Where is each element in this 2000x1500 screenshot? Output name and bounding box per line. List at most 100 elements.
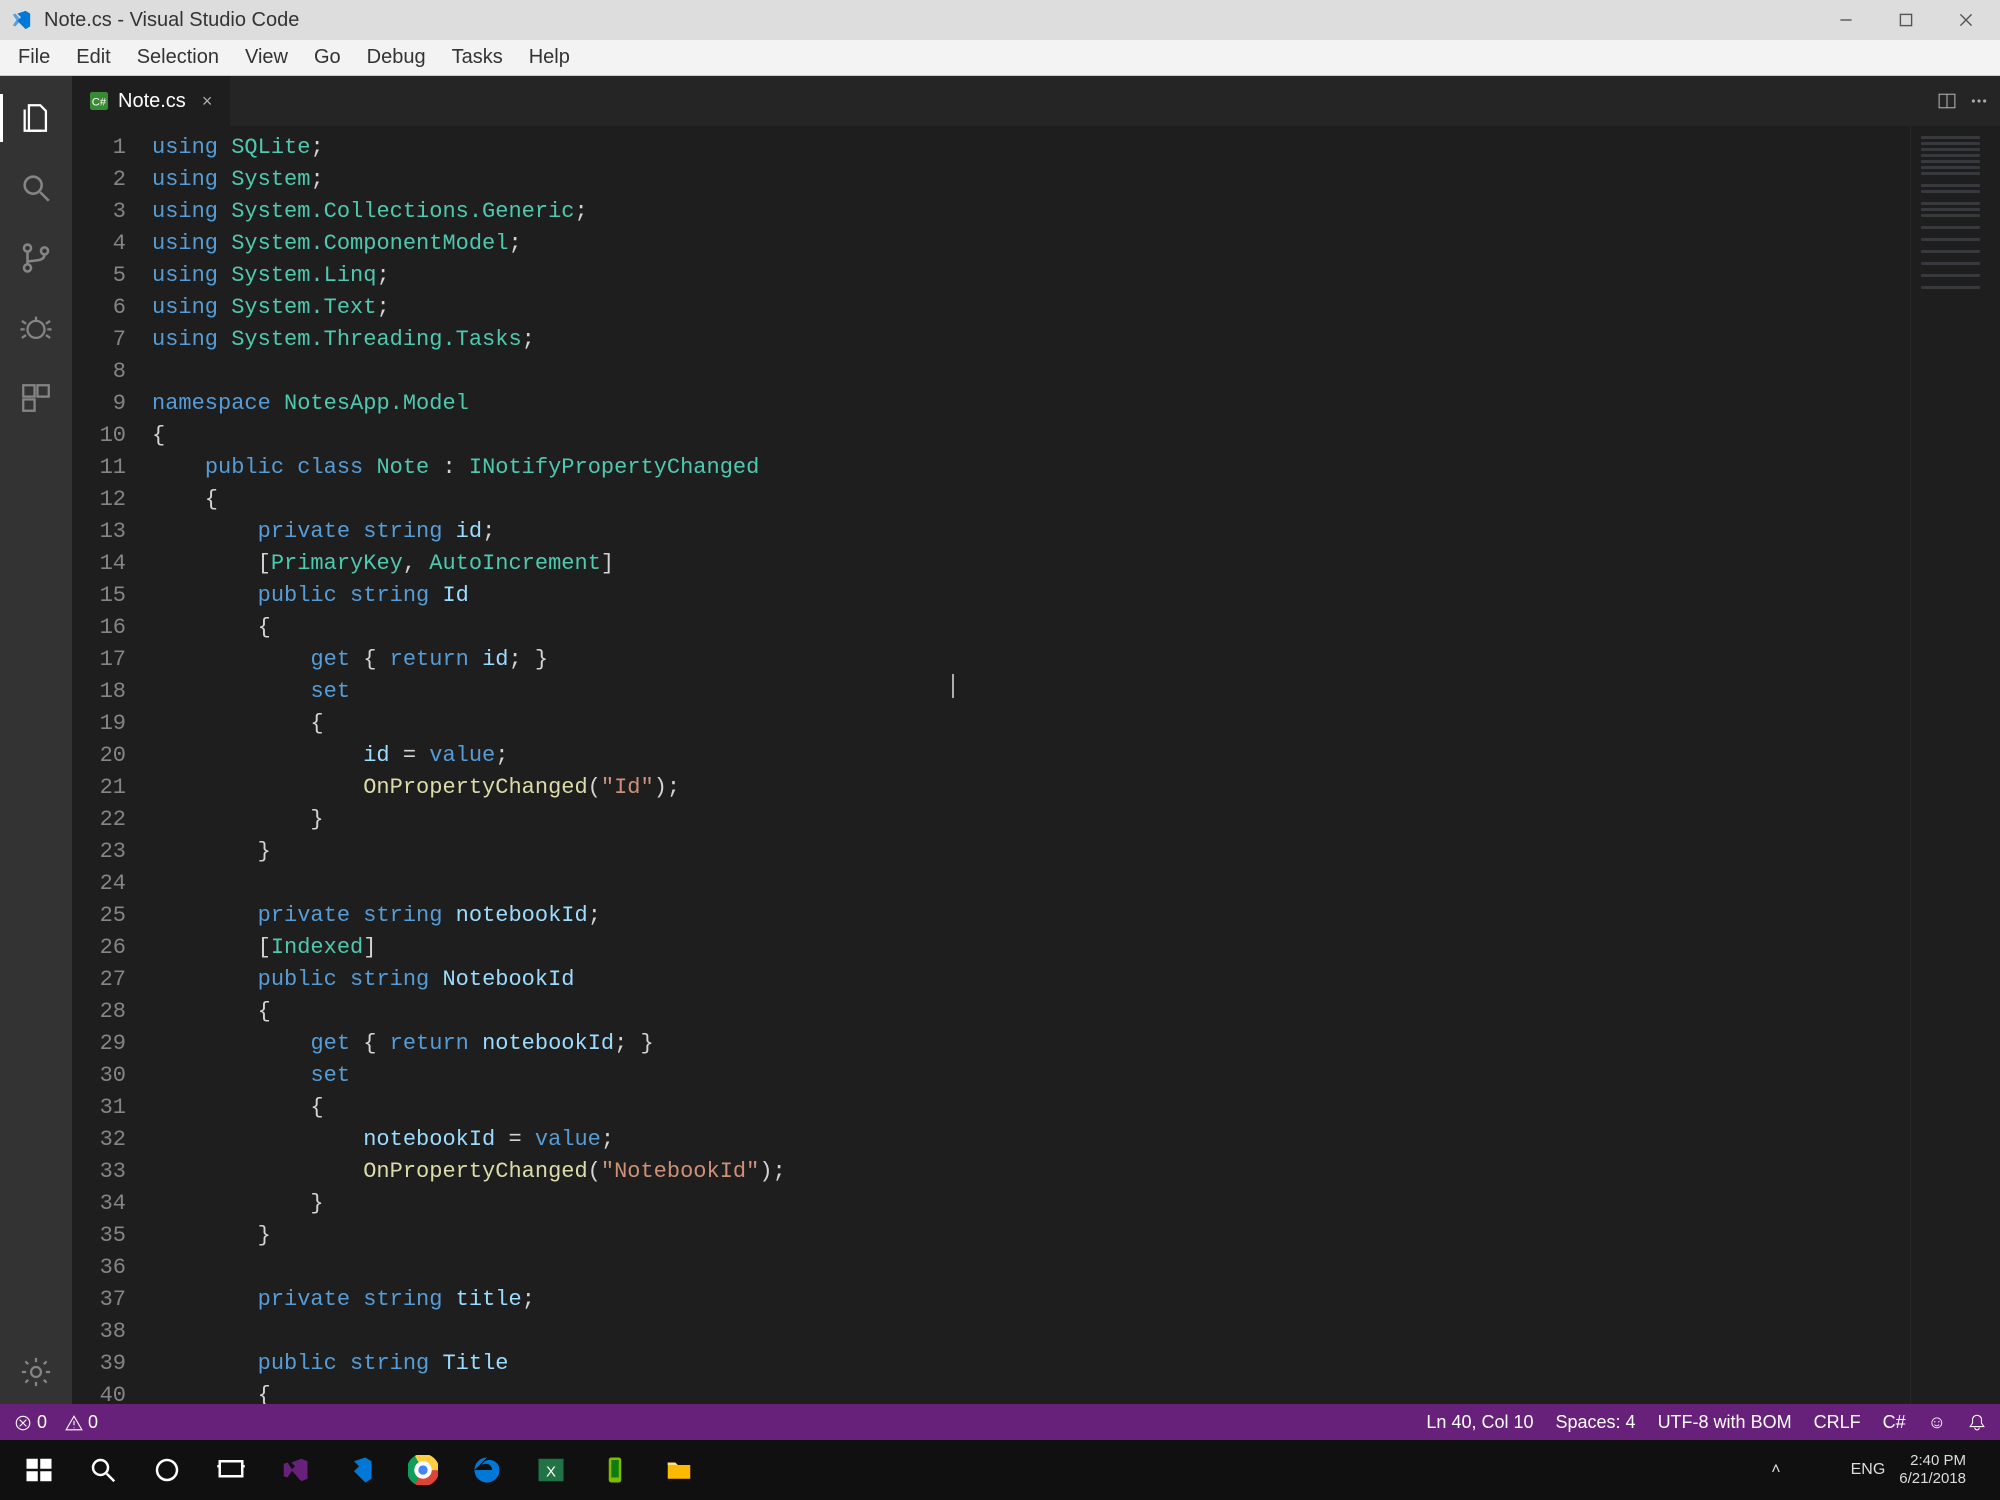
activity-extensions[interactable] <box>0 366 72 430</box>
status-warnings[interactable]: 0 <box>65 1412 98 1433</box>
activity-explorer[interactable] <box>0 86 72 150</box>
code-line[interactable]: using System.Text; <box>152 292 2000 324</box>
code-line[interactable]: } <box>152 1220 2000 1252</box>
line-number: 32 <box>72 1124 126 1156</box>
vscode-logo-icon <box>10 9 32 31</box>
status-lncol[interactable]: Ln 40, Col 10 <box>1426 1412 1533 1433</box>
tray-clock[interactable]: 2:40 PM 6/21/2018 <box>1899 1452 1966 1488</box>
code-line[interactable]: using System.Threading.Tasks; <box>152 324 2000 356</box>
svg-text:X: X <box>546 1463 556 1480</box>
code-line[interactable]: using System.ComponentModel; <box>152 228 2000 260</box>
split-editor-icon[interactable] <box>1938 92 1956 110</box>
code-line[interactable]: public string Title <box>152 1348 2000 1380</box>
line-number: 40 <box>72 1380 126 1404</box>
more-actions-icon[interactable] <box>1970 92 1988 110</box>
code-line[interactable]: { <box>152 612 2000 644</box>
line-number: 5 <box>72 260 126 292</box>
code-line[interactable]: private string title; <box>152 1284 2000 1316</box>
minimap[interactable] <box>1910 126 2000 1404</box>
code-line[interactable] <box>152 1252 2000 1284</box>
taskbar-cortana[interactable] <box>138 1446 196 1494</box>
menu-tasks[interactable]: Tasks <box>440 42 515 73</box>
status-encoding[interactable]: UTF-8 with BOM <box>1658 1412 1792 1433</box>
line-number: 19 <box>72 708 126 740</box>
status-feedback[interactable]: ☺ <box>1928 1412 1946 1433</box>
code-line[interactable]: { <box>152 1380 2000 1404</box>
menu-view[interactable]: View <box>233 42 300 73</box>
code-line[interactable]: get { return id; } <box>152 644 2000 676</box>
taskbar-search[interactable] <box>74 1446 132 1494</box>
editor-tabs: C# Note.cs × <box>72 76 2000 126</box>
window-minimize-button[interactable] <box>1822 0 1870 40</box>
taskbar-app-vscode[interactable] <box>330 1446 388 1494</box>
code-line[interactable]: using System; <box>152 164 2000 196</box>
activity-source-control[interactable] <box>0 226 72 290</box>
code-line[interactable]: private string notebookId; <box>152 900 2000 932</box>
taskbar-app-chrome[interactable] <box>394 1446 452 1494</box>
code-line[interactable]: { <box>152 996 2000 1028</box>
code-line[interactable] <box>152 868 2000 900</box>
menu-debug[interactable]: Debug <box>355 42 438 73</box>
taskbar-app-visualstudio[interactable] <box>266 1446 324 1494</box>
code-line[interactable]: get { return notebookId; } <box>152 1028 2000 1060</box>
code-line[interactable]: private string id; <box>152 516 2000 548</box>
code-line[interactable]: using System.Collections.Generic; <box>152 196 2000 228</box>
taskbar-app-phone[interactable] <box>586 1446 644 1494</box>
code-line[interactable]: namespace NotesApp.Model <box>152 388 2000 420</box>
code-line[interactable]: public class Note : INotifyPropertyChang… <box>152 452 2000 484</box>
menu-go[interactable]: Go <box>302 42 353 73</box>
status-language[interactable]: C# <box>1883 1412 1906 1433</box>
start-button[interactable] <box>10 1446 68 1494</box>
activity-search[interactable] <box>0 156 72 220</box>
status-eol[interactable]: CRLF <box>1814 1412 1861 1433</box>
code-line[interactable]: notebookId = value; <box>152 1124 2000 1156</box>
code-line[interactable]: } <box>152 1188 2000 1220</box>
tray-language[interactable]: ENG <box>1851 1461 1886 1479</box>
tab-note-cs[interactable]: C# Note.cs × <box>72 76 231 126</box>
code-editor[interactable]: 1234567891011121314151617181920212223242… <box>72 126 2000 1404</box>
code-line[interactable]: id = value; <box>152 740 2000 772</box>
window-close-button[interactable] <box>1942 0 1990 40</box>
code-line[interactable]: set <box>152 1060 2000 1092</box>
status-errors[interactable]: 0 <box>14 1412 47 1433</box>
window-title: Note.cs - Visual Studio Code <box>44 9 299 32</box>
notifications-icon[interactable] <box>1968 1413 1986 1431</box>
gear-icon <box>19 1355 53 1389</box>
code-line[interactable]: { <box>152 1092 2000 1124</box>
code-line[interactable]: public string NotebookId <box>152 964 2000 996</box>
text-cursor <box>952 674 954 698</box>
menu-edit[interactable]: Edit <box>64 42 122 73</box>
taskbar-app-edge[interactable] <box>458 1446 516 1494</box>
activity-settings[interactable] <box>0 1340 72 1404</box>
window-maximize-button[interactable] <box>1882 0 1930 40</box>
code-content[interactable]: using SQLite;using System;using System.C… <box>142 126 2000 1404</box>
code-line[interactable] <box>152 1316 2000 1348</box>
code-line[interactable]: OnPropertyChanged("Id"); <box>152 772 2000 804</box>
line-number: 17 <box>72 644 126 676</box>
tray-chevron-up-icon[interactable]: ˄ <box>1771 1461 1780 1479</box>
code-line[interactable]: public string Id <box>152 580 2000 612</box>
menu-help[interactable]: Help <box>517 42 582 73</box>
code-line[interactable]: [PrimaryKey, AutoIncrement] <box>152 548 2000 580</box>
code-line[interactable]: using System.Linq; <box>152 260 2000 292</box>
menu-selection[interactable]: Selection <box>125 42 231 73</box>
status-spaces[interactable]: Spaces: 4 <box>1556 1412 1636 1433</box>
tab-close-button[interactable]: × <box>202 91 213 112</box>
activity-debug[interactable] <box>0 296 72 360</box>
code-line[interactable]: { <box>152 420 2000 452</box>
taskbar-app-explorer[interactable] <box>650 1446 708 1494</box>
code-line[interactable]: } <box>152 804 2000 836</box>
title-bar: Note.cs - Visual Studio Code <box>0 0 2000 40</box>
code-line[interactable]: { <box>152 708 2000 740</box>
taskbar-app-excel[interactable]: X <box>522 1446 580 1494</box>
taskbar-taskview[interactable] <box>202 1446 260 1494</box>
menu-file[interactable]: File <box>6 42 62 73</box>
code-line[interactable] <box>152 356 2000 388</box>
code-line[interactable]: { <box>152 484 2000 516</box>
code-line[interactable]: } <box>152 836 2000 868</box>
system-tray[interactable]: ˄ ENG 2:40 PM 6/21/2018 <box>1771 1452 1990 1488</box>
code-line[interactable]: [Indexed] <box>152 932 2000 964</box>
code-line[interactable]: set <box>152 676 2000 708</box>
code-line[interactable]: OnPropertyChanged("NotebookId"); <box>152 1156 2000 1188</box>
code-line[interactable]: using SQLite; <box>152 132 2000 164</box>
